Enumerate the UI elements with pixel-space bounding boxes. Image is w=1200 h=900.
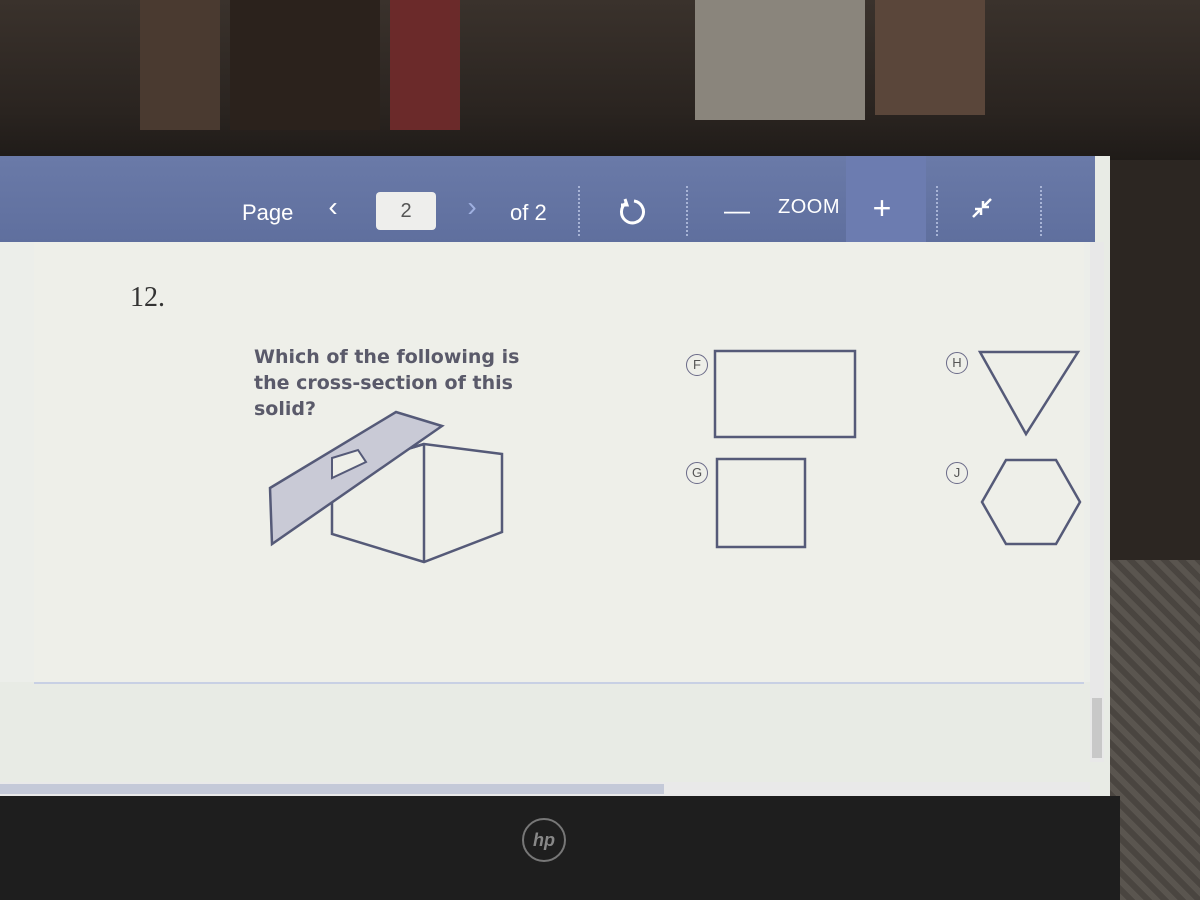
page-count-label: of 2 — [510, 200, 547, 225]
exit-fullscreen-button[interactable] — [964, 190, 1000, 226]
whiteboard — [695, 0, 865, 120]
desk-surface — [1110, 560, 1200, 900]
choice-j-hexagon[interactable] — [980, 454, 1084, 548]
choice-h-triangle[interactable] — [976, 346, 1082, 440]
wall-poster — [140, 0, 220, 130]
scrollbar-thumb[interactable] — [1092, 698, 1102, 758]
next-page-button[interactable]: › — [457, 191, 487, 222]
zoom-in-button[interactable]: + — [864, 190, 900, 226]
horizontal-scrollbar[interactable] — [0, 782, 1090, 796]
zoom-label: ZOOM — [778, 196, 840, 218]
choice-g-label[interactable]: G — [686, 462, 708, 484]
solid-figure — [268, 410, 504, 564]
question-number: 12. — [130, 282, 165, 313]
cutting-plane — [268, 410, 445, 547]
choice-g-square[interactable] — [712, 456, 808, 550]
chevron-left-icon: ‹ — [328, 191, 338, 222]
door — [875, 0, 985, 115]
pdf-toolbar: Page ‹ › of 2 — ZOOM + — [0, 156, 1095, 242]
toolbar-divider — [936, 186, 938, 236]
choice-f-label[interactable]: F — [686, 354, 708, 376]
wall-poster — [390, 0, 460, 130]
rotate-button[interactable] — [612, 192, 652, 232]
wall-poster — [230, 0, 380, 130]
prev-page-button[interactable]: ‹ — [318, 191, 348, 222]
background-room — [0, 0, 1200, 160]
hp-logo: hp — [522, 818, 566, 862]
collapse-arrows-icon — [972, 198, 992, 218]
vertical-scrollbar[interactable] — [1090, 242, 1104, 762]
choice-j-label[interactable]: J — [946, 462, 968, 484]
choice-h-label[interactable]: H — [946, 352, 968, 374]
plus-icon: + — [872, 189, 892, 226]
scrollbar-thumb[interactable] — [0, 784, 664, 794]
document-page — [34, 242, 1084, 684]
choice-f-rectangle[interactable] — [712, 348, 858, 442]
page-label: Page — [242, 200, 294, 225]
page-number-input[interactable] — [376, 192, 436, 230]
toolbar-divider — [578, 186, 580, 236]
toolbar-divider — [1040, 186, 1042, 236]
zoom-out-button[interactable]: — — [722, 192, 752, 228]
rotate-icon — [619, 198, 645, 225]
toolbar-divider — [686, 186, 688, 236]
screen: Page ‹ › of 2 — ZOOM + — [0, 156, 1110, 796]
minus-icon: — — [724, 194, 750, 225]
chevron-right-icon: › — [467, 191, 477, 222]
